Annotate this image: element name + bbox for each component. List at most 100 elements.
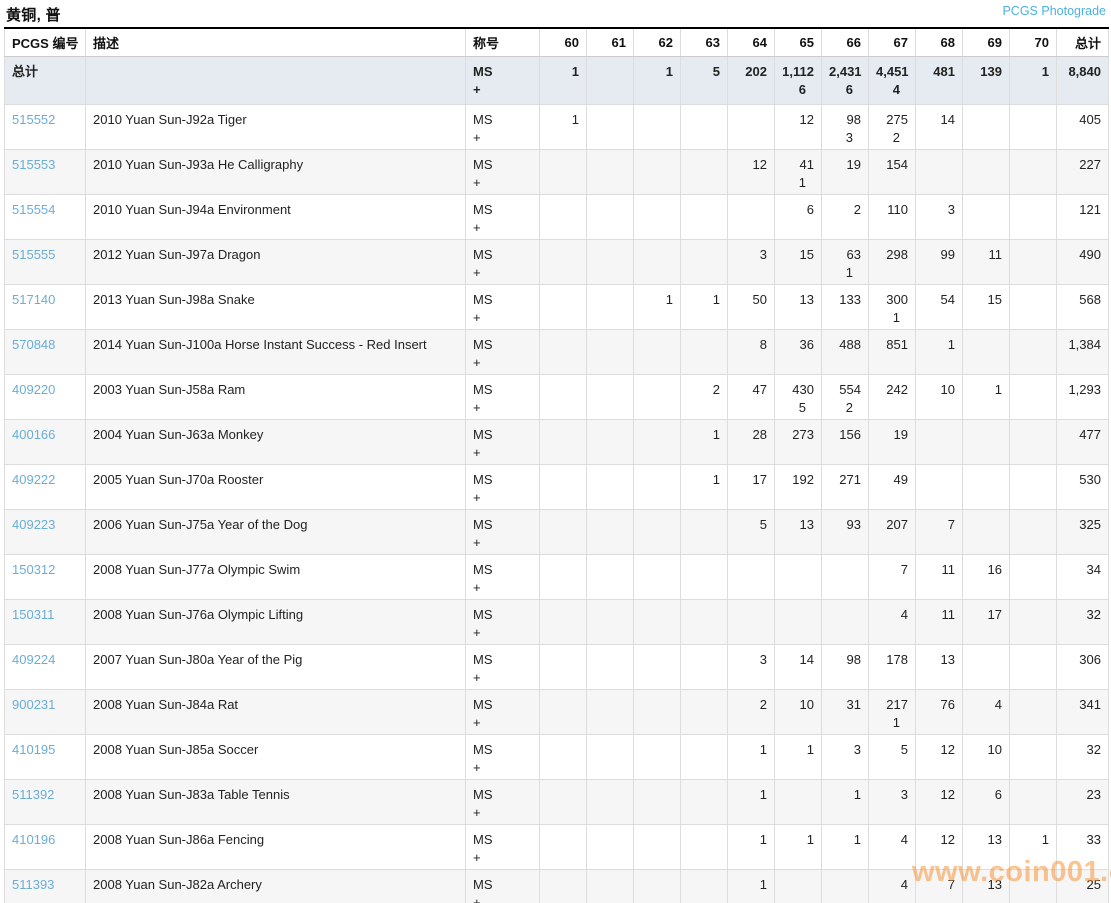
- designation-ms-label: MS: [473, 426, 532, 444]
- ms-count: 1: [735, 831, 767, 849]
- row-total-cell: 568: [1057, 285, 1109, 330]
- population-report-table: PCGS 编号 描述 称号 6061626364656667686970总计 总…: [4, 27, 1109, 903]
- grade-70-count-cell: [1010, 375, 1057, 420]
- ms-count: 17: [735, 471, 767, 489]
- pcgs-number-link[interactable]: 409222: [12, 472, 55, 487]
- grade-60-count-cell: [540, 330, 587, 375]
- grade-68-count-cell: 11: [916, 600, 963, 645]
- designation-ms-label: MS: [473, 651, 532, 669]
- grade-70-count-cell: 1: [1010, 57, 1057, 105]
- designation-ms-label: MS: [473, 696, 532, 714]
- grade-69-count-cell: 16: [963, 555, 1010, 600]
- pcgs-number-cell: 409223: [5, 510, 86, 555]
- grade-67-count-cell: 851: [869, 330, 916, 375]
- grade-65-count-cell: 10: [775, 690, 822, 735]
- coin-description-cell: 2006 Yuan Sun-J75a Year of the Dog: [86, 510, 466, 555]
- pcgs-number-link[interactable]: 511393: [12, 877, 54, 892]
- ms-count: 430: [782, 381, 814, 399]
- pcgs-number-link[interactable]: 150312: [12, 562, 55, 577]
- grade-64-count-cell: 1: [728, 870, 775, 903]
- pcgs-number-link[interactable]: 570848: [12, 337, 55, 352]
- coin-description-cell: 2008 Yuan Sun-J76a Olympic Lifting: [86, 600, 466, 645]
- designation-cell: MS+: [466, 780, 540, 825]
- plus-count: 1: [876, 714, 900, 732]
- pcgs-number-link[interactable]: 150311: [12, 607, 54, 622]
- ms-count: 7: [876, 561, 908, 579]
- grade-64-count-cell: 12: [728, 150, 775, 195]
- pcgs-number-link[interactable]: 511392: [12, 787, 54, 802]
- coin-description-cell: 2008 Yuan Sun-J84a Rat: [86, 690, 466, 735]
- ms-count: 139: [970, 63, 1002, 81]
- header-row: PCGS 编号 描述 称号 6061626364656667686970总计: [5, 28, 1109, 57]
- ms-count: 13: [970, 831, 1002, 849]
- grade-67-count-cell: 4: [869, 870, 916, 903]
- ms-count: 6: [782, 201, 814, 219]
- grade-61-count-cell: [587, 780, 634, 825]
- pcgs-number-link[interactable]: 409220: [12, 382, 55, 397]
- designation-ms-label: MS: [473, 516, 532, 534]
- pcgs-number-cell: 515554: [5, 195, 86, 240]
- pcgs-number-link[interactable]: 410196: [12, 832, 55, 847]
- ms-count: 5: [688, 63, 720, 81]
- grade-65-count-cell: 12: [775, 105, 822, 150]
- ms-count: 242: [876, 381, 908, 399]
- designation-cell: MS+: [466, 600, 540, 645]
- grade-65-count-cell: [775, 555, 822, 600]
- grade-69-count-cell: 1: [963, 375, 1010, 420]
- ms-count: 98: [829, 111, 861, 129]
- ms-count: 8: [735, 336, 767, 354]
- column-header-grade-60: 60: [540, 28, 587, 57]
- designation-plus-label: +: [473, 804, 532, 822]
- pcgs-number-link[interactable]: 515553: [12, 157, 55, 172]
- grade-69-count-cell: 15: [963, 285, 1010, 330]
- table-row: 5171402013 Yuan Sun-J98a SnakeMS+1150131…: [5, 285, 1109, 330]
- pcgs-number-link[interactable]: 515552: [12, 112, 55, 127]
- grade-66-count-cell: 31: [822, 690, 869, 735]
- pcgs-number-link[interactable]: 410195: [12, 742, 55, 757]
- pcgs-number-link[interactable]: 409224: [12, 652, 55, 667]
- pcgs-number-link[interactable]: 400166: [12, 427, 55, 442]
- grade-67-count-cell: 3: [869, 780, 916, 825]
- grade-65-count-cell: [775, 780, 822, 825]
- designation-plus-label: +: [473, 174, 532, 192]
- row-total-cell: 34: [1057, 555, 1109, 600]
- designation-plus-label: +: [473, 849, 532, 867]
- pcgs-number-link[interactable]: 900231: [12, 697, 55, 712]
- grade-66-count-cell: [822, 600, 869, 645]
- designation-ms-label: MS: [473, 336, 532, 354]
- ms-count: 1,112: [782, 63, 814, 81]
- ms-count: 10: [923, 381, 955, 399]
- pcgs-number-link[interactable]: 515554: [12, 202, 55, 217]
- designation-cell: MS+: [466, 150, 540, 195]
- grade-65-count-cell: 1: [775, 825, 822, 870]
- grade-62-count-cell: [634, 735, 681, 780]
- grade-63-count-cell: [681, 105, 728, 150]
- table-row: 4101952008 Yuan Sun-J85a SoccerMS+113512…: [5, 735, 1109, 780]
- grade-60-count-cell: [540, 420, 587, 465]
- grade-64-count-cell: 5: [728, 510, 775, 555]
- grade-60-count-cell: [540, 285, 587, 330]
- pcgs-number-link[interactable]: 517140: [12, 292, 55, 307]
- pcgs-number-link[interactable]: 515555: [12, 247, 55, 262]
- pcgs-photograde-link[interactable]: PCGS Photograde: [1002, 4, 1106, 18]
- row-total-cell: 32: [1057, 600, 1109, 645]
- pcgs-number-cell: 400166: [5, 420, 86, 465]
- column-header-grade-63: 63: [681, 28, 728, 57]
- pcgs-number-link[interactable]: 409223: [12, 517, 55, 532]
- row-total-cell: 405: [1057, 105, 1109, 150]
- grade-61-count-cell: [587, 735, 634, 780]
- column-header-total: 总计: [1057, 28, 1109, 57]
- ms-count: 4: [970, 696, 1002, 714]
- coin-description-cell: 2007 Yuan Sun-J80a Year of the Pig: [86, 645, 466, 690]
- ms-count: 16: [970, 561, 1002, 579]
- ms-count: 1: [923, 336, 955, 354]
- grade-60-count-cell: [540, 465, 587, 510]
- pcgs-number-cell: 409220: [5, 375, 86, 420]
- ms-count: 481: [923, 63, 955, 81]
- column-header-grade-66: 66: [822, 28, 869, 57]
- grade-61-count-cell: [587, 690, 634, 735]
- grade-63-count-cell: 1: [681, 465, 728, 510]
- coin-description-cell: 2008 Yuan Sun-J86a Fencing: [86, 825, 466, 870]
- grade-69-count-cell: 13: [963, 825, 1010, 870]
- grade-68-count-cell: [916, 150, 963, 195]
